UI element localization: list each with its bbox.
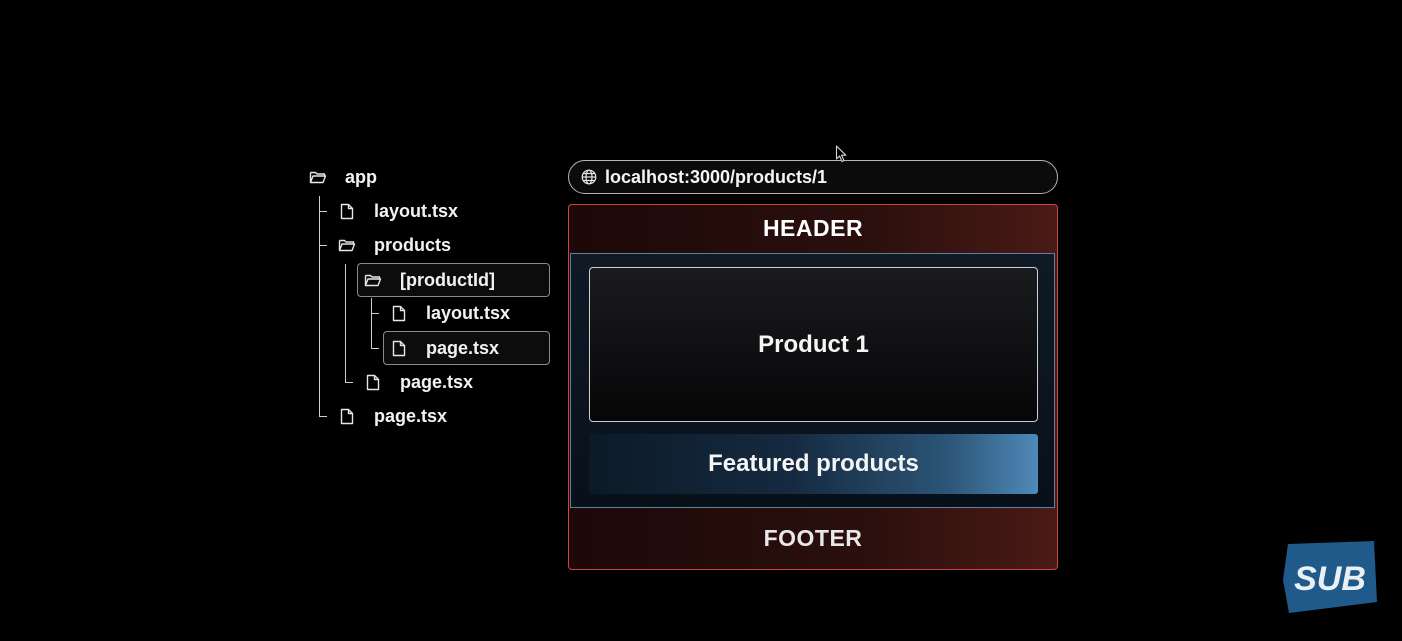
tree-connector xyxy=(319,416,327,417)
file-icon xyxy=(390,304,408,322)
tree-label: app xyxy=(345,166,378,187)
tree-label: products xyxy=(374,234,452,255)
product-page-card: Product 1 xyxy=(589,267,1038,422)
layout-header: HEADER xyxy=(762,215,864,241)
file-icon xyxy=(338,407,356,425)
folder-icon xyxy=(338,236,356,254)
file-icon xyxy=(364,373,382,391)
tree-label: layout.tsx xyxy=(374,200,459,221)
tree-connector xyxy=(319,211,327,212)
tree-file-product-id-page[interactable]: page.tsx xyxy=(383,331,550,365)
featured-products-banner: Featured products xyxy=(589,434,1038,494)
tree-label: page.tsx xyxy=(374,405,448,426)
file-icon xyxy=(338,202,356,220)
tree-connector xyxy=(345,264,346,383)
sub-logo[interactable]: SUB xyxy=(1282,540,1378,614)
tree-label: page.tsx xyxy=(426,337,500,358)
file-icon xyxy=(390,339,408,357)
mouse-cursor-icon xyxy=(835,145,849,163)
tree-file-products-page[interactable]: page.tsx xyxy=(364,366,473,398)
tree-connector xyxy=(319,245,327,246)
root-layout-frame: HEADER Product 1 Featured products FOOTE… xyxy=(568,204,1058,570)
tree-label: page.tsx xyxy=(400,371,474,392)
tree-file-product-id-layout[interactable]: layout.tsx xyxy=(390,297,510,329)
tree-label: layout.tsx xyxy=(426,302,511,323)
tree-connector xyxy=(319,196,320,417)
tree-connector xyxy=(371,313,379,314)
tree-connector xyxy=(345,382,353,383)
tree-connector xyxy=(371,298,372,349)
tree-connector xyxy=(371,348,379,349)
tree-file-app-layout[interactable]: layout.tsx xyxy=(338,195,458,227)
product-layout-frame: Product 1 Featured products xyxy=(570,253,1055,508)
tree-file-app-page[interactable]: page.tsx xyxy=(338,400,447,432)
tree-folder-product-id[interactable]: [productId] xyxy=(357,263,550,297)
url-bar[interactable]: localhost:3000/products/1 xyxy=(568,160,1058,194)
file-tree: app layout.tsx products [productId] layo… xyxy=(0,0,560,641)
tree-folder-app[interactable]: app xyxy=(309,161,377,193)
tree-folder-products[interactable]: products xyxy=(338,229,451,261)
folder-icon xyxy=(364,271,382,289)
url-text: localhost:3000/products/1 xyxy=(605,166,828,187)
tree-label: [productId] xyxy=(400,269,495,290)
globe-icon xyxy=(581,169,597,185)
sub-logo-text: SUB xyxy=(1294,560,1366,598)
layout-footer: FOOTER xyxy=(763,524,863,551)
folder-icon xyxy=(309,168,327,186)
